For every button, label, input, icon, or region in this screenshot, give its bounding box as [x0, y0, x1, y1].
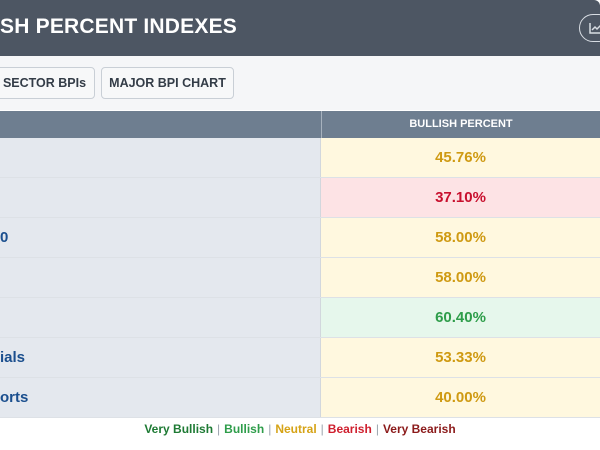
- bullish-percent-cell: 58.00%: [321, 218, 600, 257]
- bullish-percent-cell: 60.40%: [321, 298, 600, 337]
- index-name-cell: [0, 178, 321, 217]
- legend-neutral: Neutral: [275, 422, 317, 436]
- table-row[interactable]: 58.00%: [0, 258, 600, 298]
- bullish-percent-cell: 37.10%: [321, 178, 600, 217]
- legend-separator: |: [268, 422, 272, 436]
- table-row[interactable]: orts 40.00%: [0, 378, 600, 418]
- legend-bullish: Bullish: [224, 422, 265, 436]
- table-header: BULLISH PERCENT: [0, 111, 600, 138]
- table-row[interactable]: 37.10%: [0, 178, 600, 218]
- index-name-cell: [0, 298, 321, 337]
- sentiment-legend: Very Bullish | Bullish | Neutral | Bearish | Ver…: [0, 422, 600, 436]
- index-name-cell: [0, 258, 321, 297]
- table-row[interactable]: 0 58.00%: [0, 218, 600, 258]
- index-name[interactable]: 0: [0, 218, 8, 257]
- legend-separator: |: [217, 422, 221, 436]
- bullish-percent-cell: 45.76%: [321, 138, 600, 177]
- bpi-table-body: 45.76% 37.10% 0 58.00% 58.00% 60.40% ial…: [0, 138, 600, 418]
- legend-separator: |: [375, 422, 379, 436]
- column-header-name: [0, 111, 321, 138]
- bullish-percent-cell: 40.00%: [321, 378, 600, 417]
- table-row[interactable]: 45.76%: [0, 138, 600, 178]
- index-name-cell: 0: [0, 218, 321, 257]
- legend-very-bullish: Very Bullish: [144, 422, 214, 436]
- index-name-cell: orts: [0, 378, 321, 417]
- table-row[interactable]: 60.40%: [0, 298, 600, 338]
- bullish-percent-cell: 58.00%: [321, 258, 600, 297]
- legend-bearish: Bearish: [327, 422, 372, 436]
- page-header: SH PERCENT INDEXES: [0, 0, 600, 56]
- legend-separator: |: [320, 422, 324, 436]
- column-header-bullish-percent: BULLISH PERCENT: [409, 118, 513, 130]
- table-row[interactable]: ials 53.33%: [0, 338, 600, 378]
- toolbar: SECTOR BPIs MAJOR BPI CHART: [0, 56, 600, 110]
- page-title: SH PERCENT INDEXES: [0, 15, 237, 38]
- legend-very-bearish: Very Bearish: [382, 422, 456, 436]
- index-name[interactable]: orts: [0, 378, 28, 417]
- index-name-cell: [0, 138, 321, 177]
- sector-bpis-button[interactable]: SECTOR BPIs: [0, 67, 95, 99]
- major-bpi-chart-button[interactable]: MAJOR BPI CHART: [101, 67, 234, 99]
- index-name[interactable]: ials: [0, 338, 25, 377]
- bullish-percent-cell: 53.33%: [321, 338, 600, 377]
- index-name-cell: ials: [0, 338, 321, 377]
- chart-view-button[interactable]: [579, 14, 600, 42]
- chart-icon: [589, 23, 600, 34]
